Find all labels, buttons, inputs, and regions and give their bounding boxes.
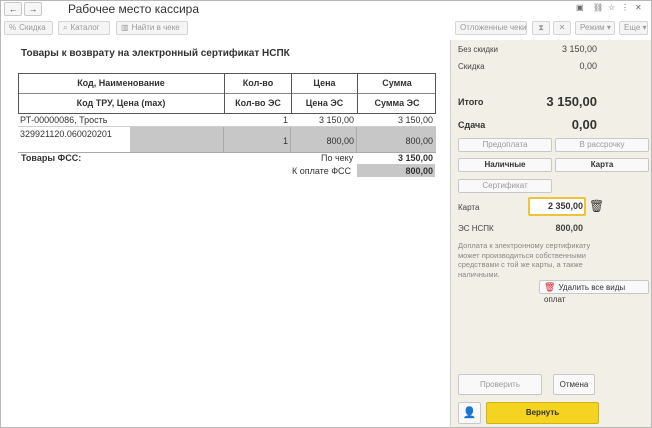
trash-red-icon: 🗑: [544, 282, 556, 292]
barcode-icon: ▥: [121, 23, 129, 32]
chevron-down-icon: ▾: [606, 23, 611, 32]
change-value: 0,00: [571, 117, 597, 132]
fss-goods-label: Товары ФСС:: [21, 153, 82, 163]
discount-button-label: Скидка: [19, 23, 46, 32]
card-button[interactable]: Карта: [555, 158, 649, 172]
chevron-down-icon: ▾: [642, 23, 647, 32]
no-discount-label: Без скидки: [458, 45, 499, 54]
col-header-price-es[interactable]: Цена ЭС: [291, 93, 357, 113]
col-header-sum[interactable]: Сумма: [357, 73, 436, 93]
discount-value: 0,00: [579, 61, 597, 71]
cancel-x-icon[interactable]: ✕: [553, 21, 571, 35]
hourglass-icon[interactable]: ⧗: [532, 21, 550, 35]
certificate-button[interactable]: Сертификат: [458, 179, 552, 193]
mode-dropdown[interactable]: Режим ▾: [575, 21, 615, 35]
more-dropdown-label: Еще: [624, 23, 641, 32]
item-qty-es: 1: [282, 136, 288, 146]
window-title: Рабочее место кассира: [68, 2, 200, 16]
check-button[interactable]: Проверить: [458, 374, 542, 395]
page-title: Товары к возврату на электронный сертифи…: [21, 48, 290, 59]
col-header-sum-es[interactable]: Сумма ЭС: [357, 93, 436, 113]
cash-button[interactable]: Наличные: [458, 158, 552, 172]
total-value: 3 150,00: [546, 94, 597, 109]
deferred-checks-button[interactable]: Отложенные чеки: [455, 21, 527, 35]
item-price: 3 150,00: [318, 115, 354, 125]
discount-label: Скидка: [458, 62, 485, 71]
trash-icon[interactable]: 🗑: [589, 199, 604, 213]
card-amount-value: 2 350,00: [547, 201, 583, 211]
favorite-star-icon[interactable]: ☆: [608, 3, 615, 13]
col-header-code-tru[interactable]: Код ТРУ, Цена (max): [18, 93, 224, 113]
installment-button[interactable]: В рассрочку: [555, 138, 649, 152]
item-price-es: 800,00: [326, 136, 354, 146]
delete-all-payments-button[interactable]: 🗑 Удалить все виды оплат: [539, 280, 649, 304]
search-icon: ⌕: [63, 23, 68, 32]
percent-icon: %: [9, 23, 17, 32]
back-button[interactable]: ←: [4, 2, 22, 16]
customer-icon[interactable]: 👤: [458, 402, 481, 424]
item-sum-es: 800,00: [405, 136, 433, 146]
return-button[interactable]: Вернуть: [486, 402, 599, 424]
item-code-tru: 329921120.060020201: [20, 129, 112, 139]
find-in-check-label: Найти в чеке: [131, 23, 180, 32]
to-pay-fss-label: К оплате ФСС: [292, 166, 352, 176]
find-in-check-button[interactable]: ▥ Найти в чеке: [116, 21, 188, 35]
mode-dropdown-label: Режим: [580, 23, 605, 32]
close-icon[interactable]: ✕: [635, 3, 642, 13]
discount-button[interactable]: % Скидка: [4, 21, 53, 35]
deferred-checks-label: Отложенные чеки: [460, 23, 527, 32]
catalog-button-label: Каталог: [70, 23, 100, 32]
item-name: РТ-00000086, Трость: [20, 115, 108, 125]
return-items-table: Код, Наименование Кол-во Цена Сумма Код …: [18, 73, 436, 153]
more-dropdown[interactable]: Еще ▾: [619, 21, 648, 35]
prepay-button[interactable]: Предоплата: [458, 138, 552, 152]
to-pay-fss-value: 800,00: [405, 166, 433, 176]
es-nspk-label: ЭС НСПК: [458, 224, 494, 233]
payment-note: Доплата к электронному сертификату может…: [458, 241, 591, 279]
item-qty: 1: [282, 115, 288, 125]
by-check-label: По чеку: [321, 153, 354, 163]
col-header-qty[interactable]: Кол-во: [224, 73, 291, 93]
item-sum: 3 150,00: [397, 115, 433, 125]
cancel-button[interactable]: Отмена: [553, 374, 595, 395]
link-icon[interactable]: ⛓: [593, 3, 603, 13]
total-label: Итого: [458, 97, 484, 107]
forward-button[interactable]: →: [24, 2, 42, 16]
col-header-qty-es[interactable]: Кол-во ЭС: [224, 93, 291, 113]
col-header-name[interactable]: Код, Наименование: [18, 73, 224, 93]
no-discount-value: 3 150,00: [561, 44, 597, 54]
col-header-price[interactable]: Цена: [291, 73, 357, 93]
es-nspk-value: 800,00: [555, 223, 583, 233]
change-label: Сдача: [458, 120, 486, 130]
by-check-value: 3 150,00: [397, 153, 433, 163]
save-icon[interactable]: ▣: [576, 3, 584, 13]
more-vertical-icon[interactable]: ⋮: [621, 3, 629, 13]
catalog-button[interactable]: ⌕ Каталог: [58, 21, 110, 35]
card-field-label: Карта: [458, 203, 480, 212]
